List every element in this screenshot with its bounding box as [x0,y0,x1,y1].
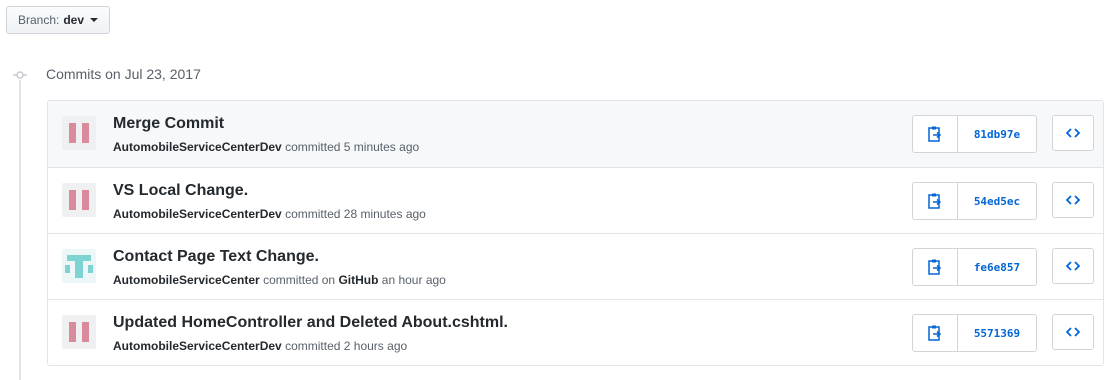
copy-sha-button[interactable] [913,183,958,219]
sha-button-group: 81db97e [912,115,1037,153]
commit-message-link[interactable]: Updated HomeController and Deleted About… [113,314,508,332]
copy-sha-button[interactable] [913,315,958,351]
commit-message-link[interactable]: Merge Commit [113,115,224,133]
commit-author-link[interactable]: AutomobileServiceCenter [113,273,260,287]
commit-sha-link[interactable]: 81db97e [958,116,1036,152]
commit-meta: AutomobileServiceCenterDev committed 5 m… [113,140,419,154]
commit-author-link[interactable]: AutomobileServiceCenterDev [113,339,282,353]
commit-time: 28 minutes ago [343,207,426,221]
commit-author-link[interactable]: AutomobileServiceCenterDev [113,140,282,154]
sha-button-group: 54ed5ec [912,182,1037,220]
commit-sha-link[interactable]: 5571369 [958,315,1036,351]
commit-row: VS Local Change. AutomobileServiceCenter… [48,167,1103,233]
commit-sha-link[interactable]: 54ed5ec [958,183,1036,219]
sha-button-group: fe6e857 [912,248,1037,286]
code-icon [1066,128,1080,138]
commit-time: 5 minutes ago [343,140,420,154]
commit-action: committed [285,207,341,221]
commit-row: Contact Page Text Change. AutomobileServ… [48,233,1103,299]
copy-sha-button[interactable] [913,249,958,285]
code-icon [1066,195,1080,205]
commit-meta: AutomobileServiceCenterDev committed 2 h… [113,339,407,353]
commit-sha-link[interactable]: fe6e857 [958,249,1036,285]
timeline-line [19,80,21,380]
commit-message-link[interactable]: VS Local Change. [113,182,248,200]
branch-select-button[interactable]: Branch: dev [6,6,110,34]
commit-group-title: Commits on Jul 23, 2017 [46,66,201,82]
commit-meta: AutomobileServiceCenter committed on Git… [113,273,446,287]
clipboard-icon [928,126,942,142]
avatar[interactable] [62,116,96,150]
caret-down-icon [90,18,99,22]
committer-platform: GitHub [338,273,379,287]
commit-row: Updated HomeController and Deleted About… [48,299,1103,365]
commit-action: committed on [263,273,336,287]
avatar[interactable] [62,249,96,283]
code-icon [1066,261,1080,271]
avatar[interactable] [62,183,96,217]
commit-author-link[interactable]: AutomobileServiceCenterDev [113,207,282,221]
browse-repo-button[interactable] [1052,314,1094,350]
browse-repo-button[interactable] [1052,115,1094,151]
commit-row: Merge Commit AutomobileServiceCenterDev … [48,101,1103,167]
commit-message-link[interactable]: Contact Page Text Change. [113,248,319,266]
commit-time: an hour ago [381,273,446,287]
clipboard-icon [928,193,942,209]
browse-repo-button[interactable] [1052,182,1094,218]
commit-node-icon [13,71,27,79]
commit-action: committed [285,339,341,353]
branch-name: dev [63,13,85,27]
clipboard-icon [928,325,942,341]
commit-meta: AutomobileServiceCenterDev committed 28 … [113,207,426,221]
copy-sha-button[interactable] [913,116,958,152]
branch-label: Branch: [17,13,60,27]
commit-action: committed [285,140,341,154]
avatar[interactable] [62,315,96,349]
commit-time: 2 hours ago [343,339,408,353]
browse-repo-button[interactable] [1052,248,1094,284]
clipboard-icon [928,259,942,275]
commit-list: Merge Commit AutomobileServiceCenterDev … [47,100,1104,366]
code-icon [1066,327,1080,337]
sha-button-group: 5571369 [912,314,1037,352]
